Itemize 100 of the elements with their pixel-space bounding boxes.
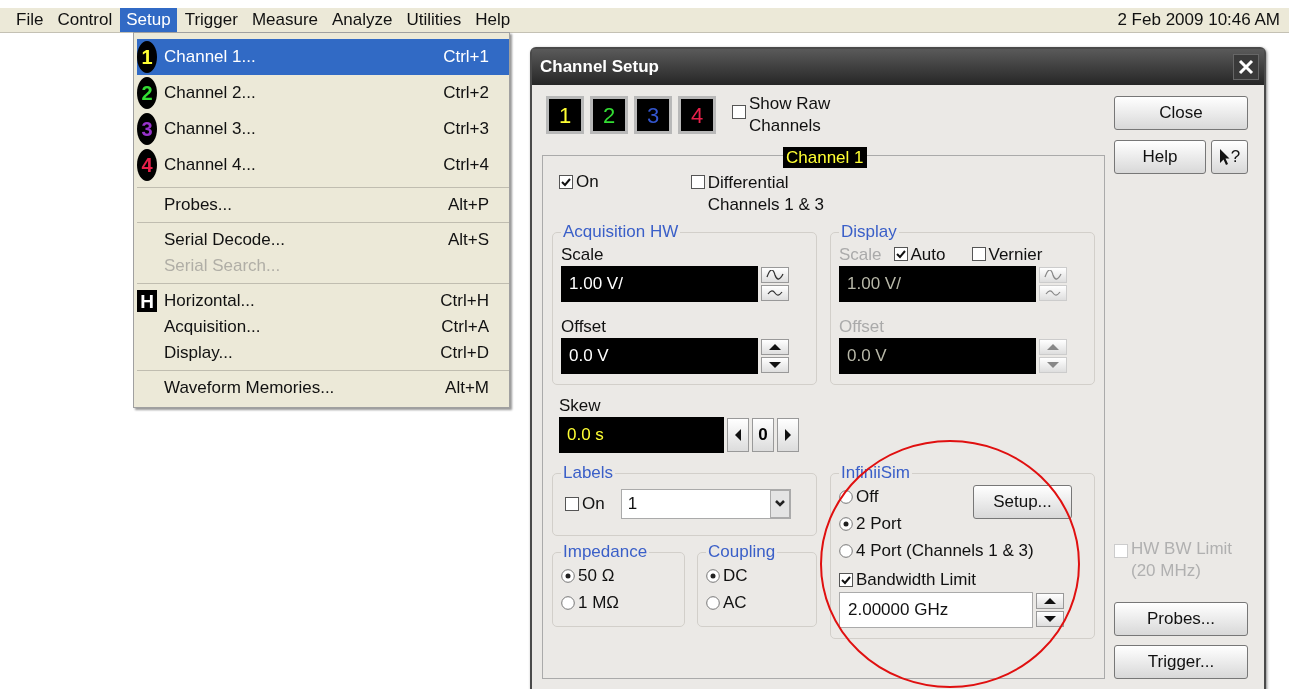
wave-icon: [766, 289, 784, 297]
radio-label: Off: [856, 486, 879, 507]
chevron-down-icon: [769, 490, 790, 518]
cursor-icon: [1218, 148, 1230, 166]
channel-number: 3: [646, 103, 660, 128]
channel-tag: Channel 1: [783, 147, 867, 168]
checkbox-label: Vernier: [988, 244, 1043, 266]
spin-button[interactable]: [761, 285, 789, 301]
radio-button[interactable]: [561, 595, 575, 610]
spin-down-button[interactable]: [1036, 611, 1064, 627]
checkbox-label: On: [582, 494, 605, 514]
radio-button[interactable]: [839, 489, 853, 504]
channel-badge: 2: [137, 77, 157, 109]
channel-number: 4: [690, 103, 704, 128]
spin-up-button[interactable]: [761, 339, 789, 355]
scale-field[interactable]: 1.00 V/: [561, 266, 758, 302]
radio-label: 2 Port: [856, 513, 902, 534]
radio-button[interactable]: [839, 516, 853, 531]
group-title: Impedance: [562, 542, 649, 562]
checkbox[interactable]: [565, 497, 579, 511]
channel-number: 2: [602, 103, 616, 128]
menu-item[interactable]: Control: [51, 8, 119, 32]
checkbox[interactable]: [839, 573, 853, 587]
down-arrow-icon: [768, 361, 782, 369]
channel-button[interactable]: 1: [546, 96, 584, 134]
radio-button[interactable]: [561, 568, 575, 583]
menu-item[interactable]: Acquisition... Ctrl+A: [137, 314, 509, 340]
offset-field[interactable]: 0.0 V: [561, 338, 758, 374]
checkbox[interactable]: [690, 175, 705, 189]
checkbox-label: Show Raw Channels: [749, 93, 832, 137]
step-right-button[interactable]: [777, 418, 799, 452]
radio-label: AC: [723, 592, 747, 613]
channel-button[interactable]: 4: [678, 96, 716, 134]
radio-label: 1 MΩ: [578, 592, 620, 613]
checkbox-label: On: [576, 172, 599, 192]
up-arrow-icon: [768, 343, 782, 351]
menu-item[interactable]: 2 Channel 2... Ctrl+2: [137, 75, 509, 111]
checkbox-label: HW BW Limit (20 MHz): [1131, 538, 1234, 582]
menu-item[interactable]: Display... Ctrl+D: [137, 340, 509, 366]
menu-item[interactable]: Waveform Memories... Alt+M: [137, 375, 509, 401]
label-combo-box[interactable]: 1: [620, 489, 791, 519]
left-arrow-icon: [734, 428, 742, 442]
close-button[interactable]: Close: [1114, 96, 1248, 130]
field-label: Scale: [561, 244, 605, 266]
window-title: Channel Setup: [540, 57, 659, 77]
menu-item[interactable]: Serial Decode... Alt+S: [137, 227, 509, 253]
help-button[interactable]: Help: [1114, 140, 1206, 174]
skew-field[interactable]: 0.0 s: [559, 417, 724, 453]
close-button[interactable]: [1233, 54, 1259, 80]
wave-icon: [1044, 270, 1062, 280]
up-arrow-icon: [1046, 343, 1060, 351]
menu-item[interactable]: 4 Channel 4... Ctrl+4: [137, 147, 509, 183]
channel-badge: 4: [137, 149, 157, 181]
channel-badge: 1: [137, 41, 157, 73]
channel-number: 1: [558, 103, 572, 128]
channel-button[interactable]: 2: [590, 96, 628, 134]
menu-item[interactable]: Measure: [245, 8, 324, 32]
menu-item[interactable]: 3 Channel 3... Ctrl+3: [137, 111, 509, 147]
spin-button[interactable]: [761, 267, 789, 283]
field-label: Skew: [559, 395, 602, 417]
down-arrow-icon: [1046, 361, 1060, 369]
horizontal-badge: H: [137, 290, 157, 312]
radio-label: 4 Port (Channels 1 & 3): [856, 540, 1034, 561]
checkbox[interactable]: [559, 175, 573, 189]
wave-icon: [1044, 289, 1062, 297]
up-arrow-icon: [1043, 597, 1057, 605]
menu-item[interactable]: 1 Channel 1... Ctrl+1: [137, 39, 509, 75]
checkbox-label: Differential Channels 1 & 3: [707, 172, 825, 216]
whats-this-button[interactable]: ?: [1211, 140, 1248, 174]
radio-label: 50 Ω: [578, 565, 615, 586]
wave-icon: [766, 270, 784, 280]
radio-button[interactable]: [839, 543, 853, 558]
menu-item[interactable]: Analyze: [326, 8, 399, 32]
field-label: Offset: [839, 316, 886, 338]
checkbox[interactable]: [732, 105, 746, 119]
menu-item[interactable]: Utilities: [400, 8, 468, 32]
menu-item[interactable]: Help: [469, 8, 517, 32]
menu-item[interactable]: H Horizontal... Ctrl+H: [137, 288, 509, 314]
radio-button[interactable]: [706, 595, 720, 610]
channel-badge: 3: [137, 113, 157, 145]
spin-up-button[interactable]: [1036, 593, 1064, 609]
step-button[interactable]: 0: [752, 418, 774, 452]
radio-label: DC: [723, 565, 748, 586]
field-label: Offset: [561, 316, 608, 338]
checkbox-label: Bandwidth Limit: [856, 570, 976, 590]
radio-button[interactable]: [706, 568, 720, 583]
trigger-button[interactable]: Trigger...: [1114, 645, 1248, 679]
probes-button[interactable]: Probes...: [1114, 602, 1248, 636]
bandwidth-field[interactable]: 2.00000 GHz: [839, 592, 1033, 628]
down-arrow-icon: [1043, 615, 1057, 623]
menu-item[interactable]: Probes... Alt+P: [137, 192, 509, 218]
setup-button[interactable]: Setup...: [973, 485, 1072, 519]
right-arrow-icon: [784, 428, 792, 442]
menu-item[interactable]: Setup: [120, 8, 177, 32]
close-icon: [1238, 59, 1254, 75]
menu-item[interactable]: Trigger: [178, 8, 244, 32]
spin-down-button[interactable]: [761, 357, 789, 373]
group-title: Acquisition HW: [562, 222, 680, 242]
step-left-button[interactable]: [727, 418, 749, 452]
menu-item[interactable]: File: [10, 8, 50, 32]
